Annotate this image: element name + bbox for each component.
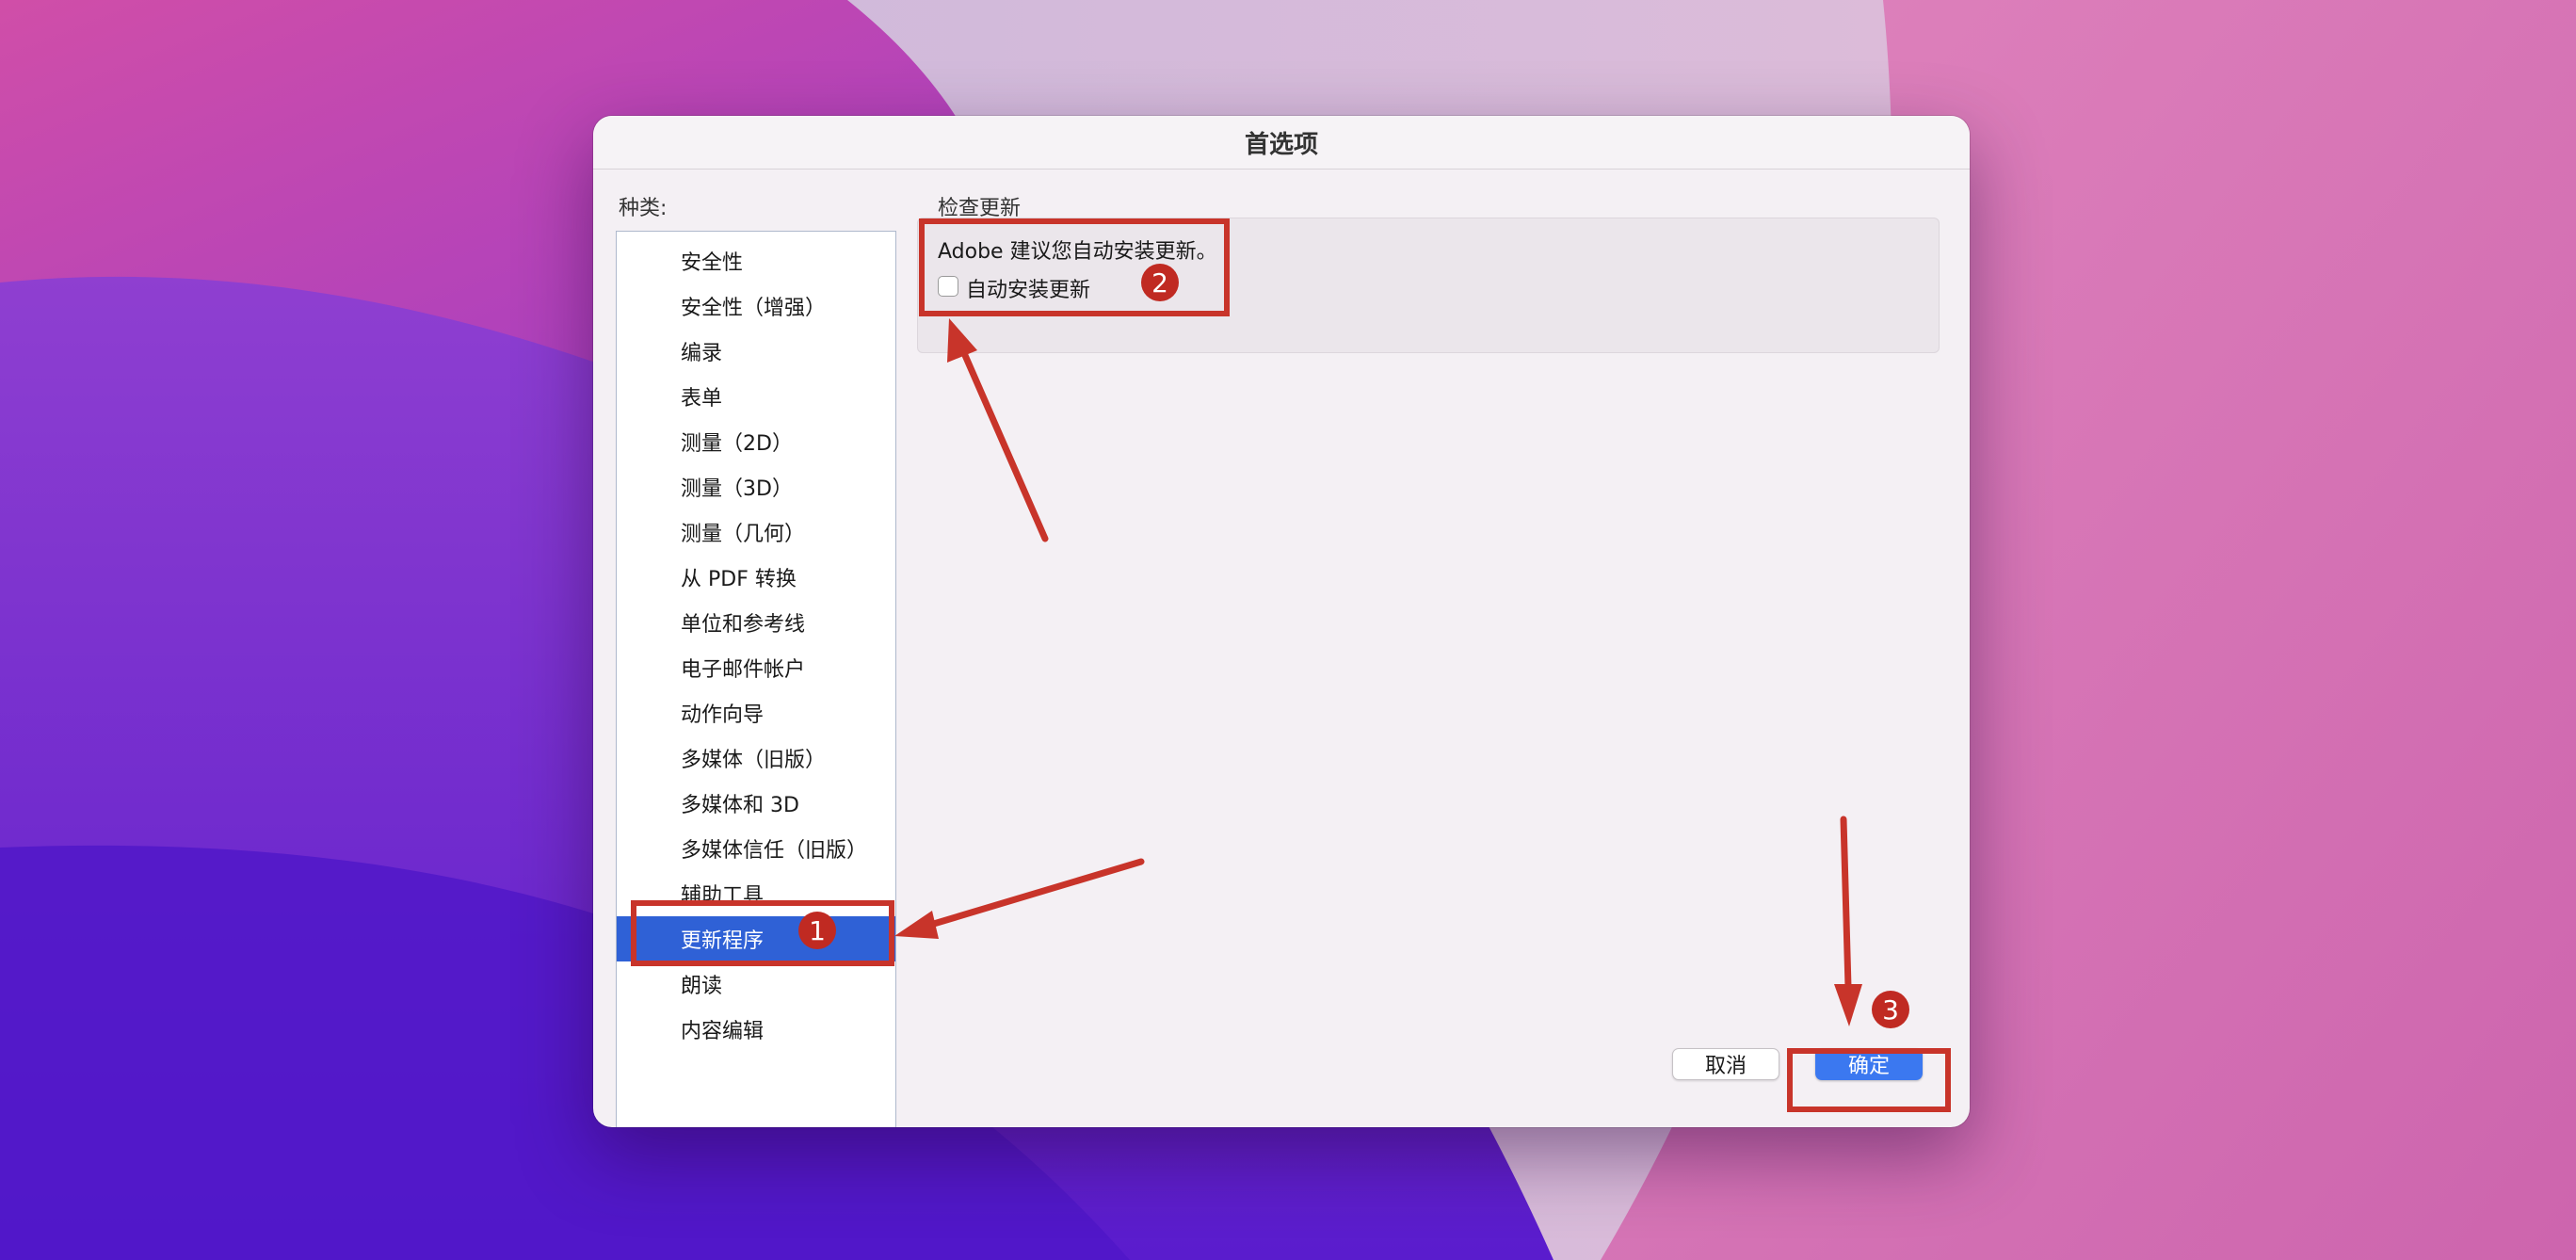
category-item[interactable]: 安全性 xyxy=(617,238,895,283)
category-label: 种类: xyxy=(619,197,668,220)
category-list[interactable]: 安全性 安全性（增强） 编录 表单 测量（2D） 测量（3D） 测量（几何） 从… xyxy=(616,231,896,1127)
category-item[interactable]: 电子邮件帐户 xyxy=(617,645,895,690)
category-item[interactable]: 测量（几何） xyxy=(617,509,895,555)
category-item[interactable]: 多媒体信任（旧版） xyxy=(617,826,895,871)
category-item[interactable]: 测量（2D） xyxy=(617,419,895,464)
annotation-badge-1: 1 xyxy=(798,912,836,949)
category-item[interactable]: 测量（3D） xyxy=(617,464,895,509)
annotation-badge-3: 3 xyxy=(1872,991,1909,1028)
category-item[interactable]: 表单 xyxy=(617,374,895,419)
cancel-button[interactable]: 取消 xyxy=(1672,1048,1779,1080)
category-item[interactable]: 从 PDF 转换 xyxy=(617,555,895,600)
category-item[interactable]: 内容编辑 xyxy=(617,1007,895,1052)
annotation-box-updater xyxy=(631,900,894,966)
category-item[interactable]: 动作向导 xyxy=(617,690,895,735)
annotation-box-auto-install xyxy=(919,218,1230,316)
annotation-badge-2: 2 xyxy=(1141,264,1179,301)
category-item[interactable]: 朗读 xyxy=(617,961,895,1007)
category-item[interactable]: 单位和参考线 xyxy=(617,600,895,645)
dialog-title: 首选项 xyxy=(593,116,1970,170)
category-item[interactable]: 多媒体（旧版） xyxy=(617,735,895,781)
annotation-box-ok xyxy=(1787,1048,1951,1112)
category-item[interactable]: 多媒体和 3D xyxy=(617,781,895,826)
category-item[interactable]: 编录 xyxy=(617,329,895,374)
preferences-dialog: 首选项 种类: 安全性 安全性（增强） 编录 表单 测量（2D） 测量（3D） … xyxy=(593,116,1970,1127)
category-item[interactable]: 安全性（增强） xyxy=(617,283,895,329)
